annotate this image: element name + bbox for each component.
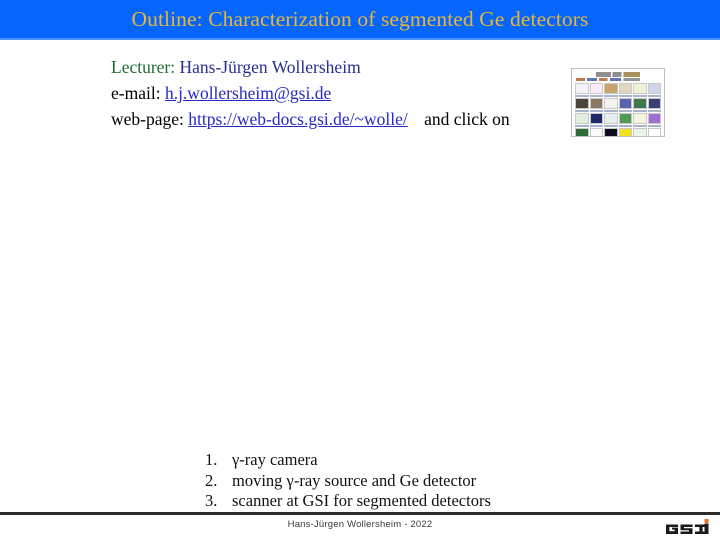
thumbnail-picture [647, 83, 661, 94]
thumbnail-caption [604, 125, 618, 127]
thumbnail-picture [647, 128, 661, 136]
webpage-link[interactable]: https://web-docs.gsi.de/~wolle/ [188, 109, 407, 129]
thumbnail-picture [589, 113, 603, 124]
thumbnail-caption [589, 125, 603, 127]
thumbnail-caption [589, 110, 603, 112]
thumbnail-cell [633, 83, 647, 97]
thumbnail-picture [618, 113, 632, 124]
thumbnail-cell [618, 128, 632, 136]
list-item: 3. scanner at GSI for segmented detector… [205, 491, 491, 512]
thumbnail-picture [604, 128, 618, 136]
thumbnail-caption [647, 95, 661, 97]
contact-info-block: Lecturer: Hans-Jürgen Wollersheim e-mail… [111, 54, 581, 132]
list-item-number: 2. [205, 470, 218, 490]
thumbnail-caption [575, 125, 589, 127]
thumbnail-picture [575, 98, 589, 109]
thumbnail-caption [647, 110, 661, 112]
thumbnail-subheading-bar [576, 78, 640, 81]
thumbnail-cell [647, 83, 661, 97]
thumbnail-cell [633, 128, 647, 136]
thumbnail-caption [618, 125, 632, 127]
list-item-number: 3. [205, 491, 218, 510]
webpage-thumbnail-image[interactable] [571, 68, 665, 137]
webpage-trailing-text: and click on [424, 109, 510, 129]
page-title: Outline: Characterization of segmented G… [131, 7, 589, 32]
thumbnail-heading-bar [595, 72, 641, 77]
thumbnail-picture [575, 83, 589, 94]
list-item: 2. moving γ-ray source and Ge detector [205, 471, 491, 492]
email-line: e-mail: h.j.wollersheim@gsi.de [111, 80, 581, 106]
lecturer-label: Lecturer: [111, 57, 176, 77]
thumbnail-caption [618, 110, 632, 112]
list-item: 1. γ-ray camera [205, 450, 491, 471]
thumbnail-picture [589, 98, 603, 109]
thumbnail-caption [633, 95, 647, 97]
thumbnail-caption [647, 125, 661, 127]
email-link[interactable]: h.j.wollersheim@gsi.de [165, 83, 331, 103]
title-banner-edge [0, 38, 720, 40]
thumbnail-picture [604, 98, 618, 109]
thumbnail-cell [633, 113, 647, 127]
list-item-number: 1. [205, 450, 218, 469]
thumbnail-cell [575, 128, 589, 136]
thumbnail-cell [647, 128, 661, 136]
thumbnail-picture [618, 128, 632, 136]
thumbnail-cell [589, 128, 603, 136]
gsi-logo [665, 519, 715, 536]
thumbnail-picture [618, 98, 632, 109]
webpage-label: web-page: [111, 109, 184, 129]
thumbnail-cell [618, 83, 632, 97]
thumbnail-picture [633, 113, 647, 124]
thumbnail-cell [589, 113, 603, 127]
thumbnail-picture [575, 113, 589, 124]
thumbnail-picture [589, 83, 603, 94]
thumbnail-caption [589, 95, 603, 97]
thumbnail-cell [604, 98, 618, 112]
thumbnail-cell [589, 83, 603, 97]
thumbnail-picture [633, 128, 647, 136]
thumbnail-picture [589, 128, 603, 136]
thumbnail-picture [618, 83, 632, 94]
thumbnail-caption [604, 95, 618, 97]
thumbnail-caption [575, 95, 589, 97]
thumbnail-picture [647, 98, 661, 109]
thumbnail-cell [618, 98, 632, 112]
slide-title-banner: Outline: Characterization of segmented G… [0, 0, 720, 40]
thumbnail-cell [589, 98, 603, 112]
thumbnail-image-grid [575, 83, 661, 136]
gsi-logo-icon [666, 519, 709, 534]
thumbnail-picture [604, 113, 618, 124]
list-item-label: moving γ-ray source and Ge detector [232, 470, 477, 490]
thumbnail-cell [647, 98, 661, 112]
footer-text: Hans-Jürgen Wollersheim - 2022 [287, 519, 433, 530]
thumbnail-picture [633, 98, 647, 109]
thumbnail-picture [647, 113, 661, 124]
thumbnail-caption [633, 110, 647, 112]
thumbnail-cell [604, 128, 618, 136]
thumbnail-cell [618, 113, 632, 127]
thumbnail-caption [633, 125, 647, 127]
list-item-label: γ-ray camera [232, 450, 318, 469]
thumbnail-cell [604, 113, 618, 127]
thumbnail-cell [575, 83, 589, 97]
thumbnail-cell [633, 98, 647, 112]
thumbnail-cell [575, 98, 589, 112]
outline-list: 1. γ-ray camera 2. moving γ-ray source a… [205, 450, 491, 512]
webpage-line: web-page: https://web-docs.gsi.de/~wolle… [111, 106, 581, 132]
thumbnail-cell [575, 113, 589, 127]
thumbnail-picture [633, 83, 647, 94]
thumbnail-picture [575, 128, 589, 136]
thumbnail-cell [647, 113, 661, 127]
thumbnail-picture [604, 83, 618, 94]
footer-divider [0, 512, 720, 515]
thumbnail-caption [618, 95, 632, 97]
thumbnail-caption [575, 110, 589, 112]
thumbnail-caption [604, 110, 618, 112]
lecturer-line: Lecturer: Hans-Jürgen Wollersheim [111, 54, 581, 80]
lecturer-name: Hans-Jürgen Wollersheim [179, 57, 361, 77]
thumbnail-cell [604, 83, 618, 97]
email-label: e-mail: [111, 83, 161, 103]
list-item-label: scanner at GSI for segmented detectors [232, 491, 491, 510]
